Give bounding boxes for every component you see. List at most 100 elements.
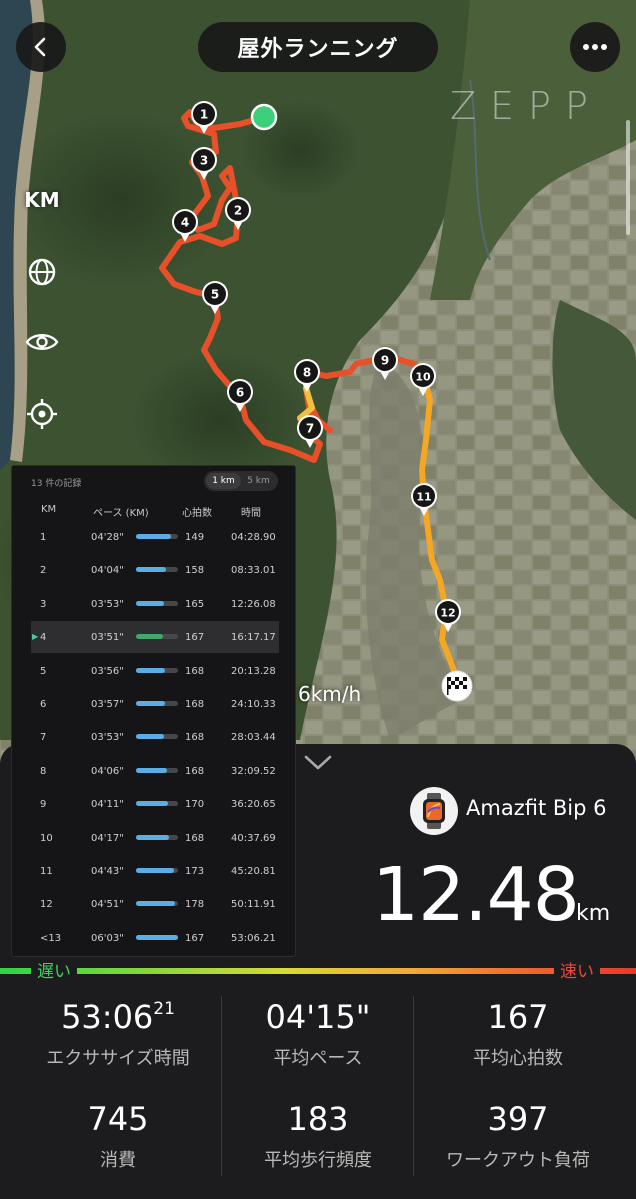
pace-bar-fill — [136, 868, 174, 873]
split-row[interactable]: 5 03'56" 168 20:13.28 — [31, 655, 279, 687]
pace-bar-fill — [136, 600, 164, 606]
split-km: 7 — [40, 732, 47, 744]
header-time: 時間 — [241, 508, 261, 519]
split-pace: 04'17" — [91, 832, 124, 844]
record-count: 13 件の記録 — [31, 479, 82, 489]
km-marker-label: 9 — [381, 354, 389, 368]
stat-value: 745 — [87, 1100, 149, 1138]
start-marker — [250, 103, 278, 131]
split-row[interactable]: <13 06'03" 167 53:06.21 — [31, 922, 279, 954]
unit-toggle-button[interactable]: KM — [20, 178, 64, 222]
split-row[interactable]: 11 04'43" 173 45:20.81 — [31, 855, 279, 887]
split-row[interactable]: 8 04'06" 168 32:09.52 — [31, 755, 279, 787]
split-heart-rate: 168 — [185, 832, 205, 844]
stat-value: 04'15" — [265, 998, 371, 1036]
pace-bar — [136, 834, 178, 840]
split-km: 11 — [40, 866, 53, 877]
device-name: Amazfit Bip 6 — [466, 796, 607, 820]
pace-bar — [136, 868, 178, 873]
pace-bar — [136, 801, 178, 807]
split-pace: 03'51" — [91, 632, 124, 644]
locate-button[interactable] — [20, 392, 64, 436]
split-row[interactable]: ▶ 4 03'51" 167 16:17.17 — [31, 621, 279, 654]
stat-avg-heart-rate: 167 平均心拍数 — [415, 998, 621, 1070]
split-row[interactable]: 1 04'28" 149 04:28.90 — [31, 521, 279, 553]
page-title: 屋外ランニング — [198, 22, 438, 72]
pace-bar — [136, 901, 178, 907]
stat-avg-pace: 04'15" 平均ペース — [215, 998, 421, 1070]
km-marker-label: 11 — [416, 491, 431, 504]
stat-label: 平均ペース — [273, 1048, 363, 1069]
split-time: 08:33.01 — [231, 565, 276, 577]
chevron-left-icon — [34, 37, 46, 57]
split-heart-rate: 173 — [185, 866, 205, 877]
fast-label: 速い — [554, 961, 600, 983]
km-marker-label: 10 — [415, 371, 431, 384]
pace-bar — [136, 734, 178, 740]
split-pace: 04'04" — [91, 565, 124, 577]
pace-bar-fill — [136, 901, 176, 907]
distance-unit: km — [576, 901, 611, 926]
stat-value: 397 — [487, 1100, 549, 1138]
more-button[interactable] — [570, 22, 620, 72]
pace-bar — [136, 600, 178, 606]
pace-bar — [136, 701, 178, 706]
split-pace: 04'43" — [91, 866, 124, 877]
splits-panel: 13 件の記録 1 km 5 km KM ペース (KM) 心拍数 時間 1 04… — [11, 465, 296, 957]
header-pace: ペース (KM) — [93, 508, 149, 519]
split-pace: 04'51" — [91, 899, 124, 911]
pace-bar-fill — [136, 634, 164, 640]
km-marker-label: 7 — [306, 422, 314, 436]
pace-bar — [136, 667, 178, 673]
split-row[interactable]: 7 03'53" 168 28:03.44 — [31, 721, 279, 753]
pace-bar-fill — [136, 567, 167, 573]
split-time: 24:10.33 — [231, 699, 276, 710]
km-marker-label: 6 — [236, 386, 244, 400]
pace-gradient-bar — [0, 968, 636, 974]
chevron-down-icon[interactable] — [300, 750, 336, 774]
split-heart-rate: 149 — [185, 532, 205, 543]
map-layer-button[interactable] — [20, 250, 64, 294]
slow-label: 遅い — [31, 961, 77, 983]
stat-calories: 745 消費 — [15, 1100, 221, 1172]
split-row[interactable]: 10 04'17" 168 40:37.69 — [31, 822, 279, 854]
pace-bar-fill — [136, 667, 165, 673]
split-time: 40:37.69 — [231, 832, 276, 844]
split-heart-rate: 168 — [185, 732, 205, 744]
pace-bar — [136, 934, 178, 940]
split-row[interactable]: 3 03'53" 165 12:26.08 — [31, 588, 279, 620]
pace-bar — [136, 634, 178, 640]
eye-icon — [25, 334, 59, 350]
pace-bar-fill — [136, 701, 165, 706]
km-marker-label: 12 — [440, 607, 455, 620]
stat-workout-load: 397 ワークアウト負荷 — [415, 1100, 621, 1172]
toggle-1km[interactable]: 1 km — [206, 473, 241, 489]
stat-value: 53:0621 — [61, 998, 175, 1036]
split-row[interactable]: 6 03'57" 168 24:10.33 — [31, 688, 279, 720]
split-km: 12 — [40, 899, 53, 911]
split-pace: 06'03" — [91, 932, 124, 944]
split-pace: 03'56" — [91, 665, 124, 677]
split-row[interactable]: 2 04'04" 158 08:33.01 — [31, 554, 279, 586]
split-row[interactable]: 12 04'51" 178 50:11.91 — [31, 888, 279, 920]
stat-value: 183 — [287, 1100, 349, 1138]
split-row[interactable]: 9 04'11" 170 36:20.65 — [31, 788, 279, 820]
pace-bar-fill — [136, 801, 168, 807]
km-marker-label: 5 — [211, 288, 219, 302]
split-heart-rate: 168 — [185, 699, 205, 710]
locate-icon — [27, 399, 57, 429]
visibility-button[interactable] — [20, 320, 64, 364]
toggle-5km[interactable]: 5 km — [241, 473, 276, 489]
unit-label: KM — [24, 188, 60, 212]
km-marker-label: 8 — [303, 366, 311, 380]
split-heart-rate: 158 — [185, 565, 205, 577]
pace-bar — [136, 567, 178, 573]
split-time: 04:28.90 — [231, 532, 276, 543]
back-button[interactable] — [16, 22, 66, 72]
stat-exercise-time: 53:0621 エクササイズ時間 — [15, 998, 221, 1070]
split-time: 32:09.52 — [231, 765, 276, 777]
pace-bar-fill — [136, 534, 172, 539]
split-time: 36:20.65 — [231, 799, 276, 811]
split-km: <13 — [40, 932, 62, 944]
split-heart-rate: 165 — [185, 598, 205, 610]
